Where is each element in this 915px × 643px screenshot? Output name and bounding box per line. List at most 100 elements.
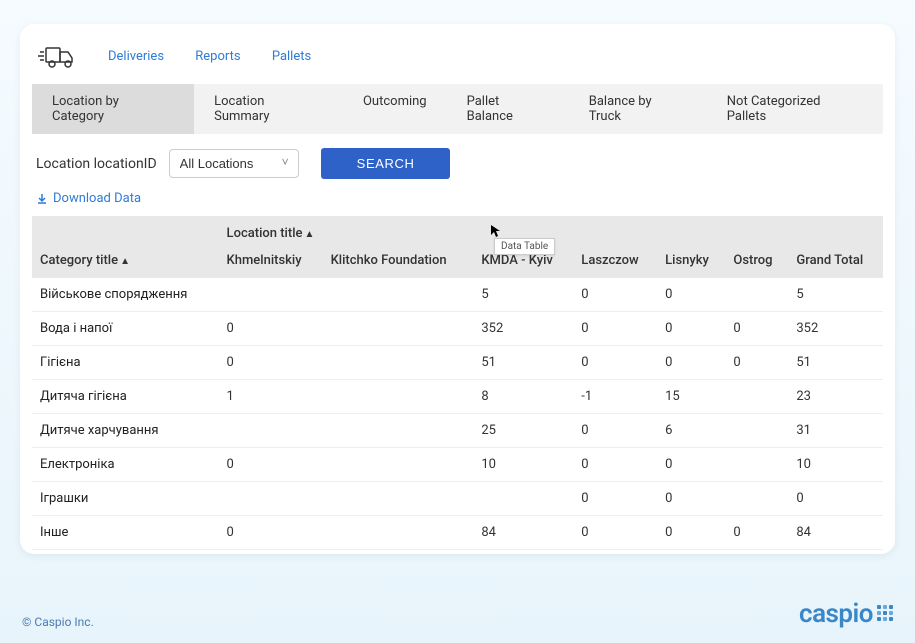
nav-pallets[interactable]: Pallets [272, 49, 311, 64]
table-cell: Дитяча гігієна [32, 380, 219, 414]
location-filter-label: Location locationID [36, 156, 157, 172]
table-cell: 0 [219, 312, 323, 346]
table-row: Дитяче харчування 2506 31 [32, 414, 883, 448]
table-cell [219, 278, 323, 312]
table-cell: Інше [32, 516, 219, 550]
table-cell [323, 312, 474, 346]
col-category-title[interactable]: Category title▲ [32, 247, 219, 278]
table-cell [219, 482, 323, 516]
nav-reports[interactable]: Reports [195, 49, 240, 64]
report-tabs: Location by Category Location Summary Ou… [32, 84, 883, 134]
table-cell: 5 [473, 278, 573, 312]
table-cell: 0 [573, 482, 657, 516]
table-cell [323, 346, 474, 380]
tab-balance-by-truck[interactable]: Balance by Truck [569, 84, 707, 134]
table-cell: 8 [473, 380, 573, 414]
table-cell: 0 [657, 278, 725, 312]
table-cell: 0 [725, 312, 788, 346]
caspio-logo: caspio [799, 599, 893, 629]
table-cell: 25 [473, 414, 573, 448]
table-cell: 84 [788, 516, 883, 550]
table-cell: 0 [573, 278, 657, 312]
table-cell: 51 [788, 346, 883, 380]
download-icon [36, 193, 48, 205]
app-card: Deliveries Reports Pallets Location by C… [20, 24, 895, 554]
table-cell: 1 [219, 380, 323, 414]
table-cell: 0 [219, 346, 323, 380]
table-cell: Військове спорядження [32, 278, 219, 312]
col-group-location-title[interactable]: Location title▲ [219, 216, 883, 247]
table-row: Електроніка0100010 [32, 448, 883, 482]
table-cell: -1 [573, 380, 657, 414]
table-cell: Дитяче харчування [32, 414, 219, 448]
page-footer: © Caspio Inc. caspio [22, 599, 893, 629]
sort-asc-icon: ▲ [304, 229, 314, 240]
table-cell: 0 [657, 482, 725, 516]
sort-asc-icon: ▲ [120, 256, 130, 267]
data-table: Location title▲ Category title▲ Khmelnit… [32, 216, 883, 554]
table-cell [323, 482, 474, 516]
table-cell [219, 414, 323, 448]
table-cell: Корм для тварин [32, 550, 219, 555]
table-row: Гігієна05100051 [32, 346, 883, 380]
table-cell: 0 [573, 516, 657, 550]
col-ostrog[interactable]: Ostrog [725, 247, 788, 278]
tab-location-summary[interactable]: Location Summary [194, 84, 343, 134]
search-button[interactable]: SEARCH [321, 148, 451, 179]
table-cell: 31 [788, 414, 883, 448]
nav-links: Deliveries Reports Pallets [108, 49, 339, 64]
tab-outcoming[interactable]: Outcoming [343, 84, 447, 134]
table-row: Іграшки000 [32, 482, 883, 516]
table-cell [323, 278, 474, 312]
nav-deliveries[interactable]: Deliveries [108, 49, 164, 64]
table-cell: 84 [473, 516, 573, 550]
table-cell: 10 [473, 448, 573, 482]
table-cell [473, 482, 573, 516]
table-cell: 0 [657, 550, 725, 555]
table-cell: 0 [219, 550, 323, 555]
table-row: Дитяча гігієна18-11523 [32, 380, 883, 414]
table-cell: 6 [657, 414, 725, 448]
table-row: Корм для тварин0310031 [32, 550, 883, 555]
table-cell [323, 380, 474, 414]
table-cell [323, 414, 474, 448]
table-cell: 0 [573, 414, 657, 448]
col-lisnyky[interactable]: Lisnyky [657, 247, 725, 278]
table-cell: 31 [473, 550, 573, 555]
table-cell [323, 516, 474, 550]
table-cell: 0 [573, 448, 657, 482]
location-select[interactable]: All Locations [169, 149, 299, 178]
tab-location-by-category[interactable]: Location by Category [32, 84, 194, 134]
table-cell: 23 [788, 380, 883, 414]
table-cell: 0 [657, 346, 725, 380]
table-cell: 0 [573, 312, 657, 346]
copyright-text: © Caspio Inc. [22, 615, 94, 629]
col-klitchko[interactable]: Klitchko Foundation [323, 247, 474, 278]
col-khmelnitskiy[interactable]: Khmelnitskiy [219, 247, 323, 278]
download-data-link[interactable]: Download Data [20, 187, 895, 216]
filter-bar: Location locationID All Locations SEARCH [20, 134, 895, 187]
table-cell: Електроніка [32, 448, 219, 482]
table-cell: 0 [219, 448, 323, 482]
table-cell: 51 [473, 346, 573, 380]
table-cell [323, 550, 474, 555]
table-cell: 0 [657, 448, 725, 482]
table-cell: 0 [725, 346, 788, 380]
table-row: Військове спорядження5005 [32, 278, 883, 312]
col-laszczow[interactable]: Laszczow [573, 247, 657, 278]
tab-pallet-balance[interactable]: Pallet Balance [447, 84, 569, 134]
table-cell: 5 [788, 278, 883, 312]
table-cell [725, 414, 788, 448]
table-row: Інше08400084 [32, 516, 883, 550]
table-cell: Іграшки [32, 482, 219, 516]
table-cell [725, 380, 788, 414]
col-grand-total[interactable]: Grand Total [788, 247, 883, 278]
table-cell [725, 550, 788, 555]
table-cell [725, 448, 788, 482]
col-kmda[interactable]: KMDA - Kyiv [473, 247, 573, 278]
tab-not-categorized[interactable]: Not Categorized Pallets [707, 84, 883, 134]
table-cell [725, 278, 788, 312]
table-cell: 0 [219, 516, 323, 550]
table-cell: Вода і напої [32, 312, 219, 346]
top-nav: Deliveries Reports Pallets [20, 42, 895, 84]
